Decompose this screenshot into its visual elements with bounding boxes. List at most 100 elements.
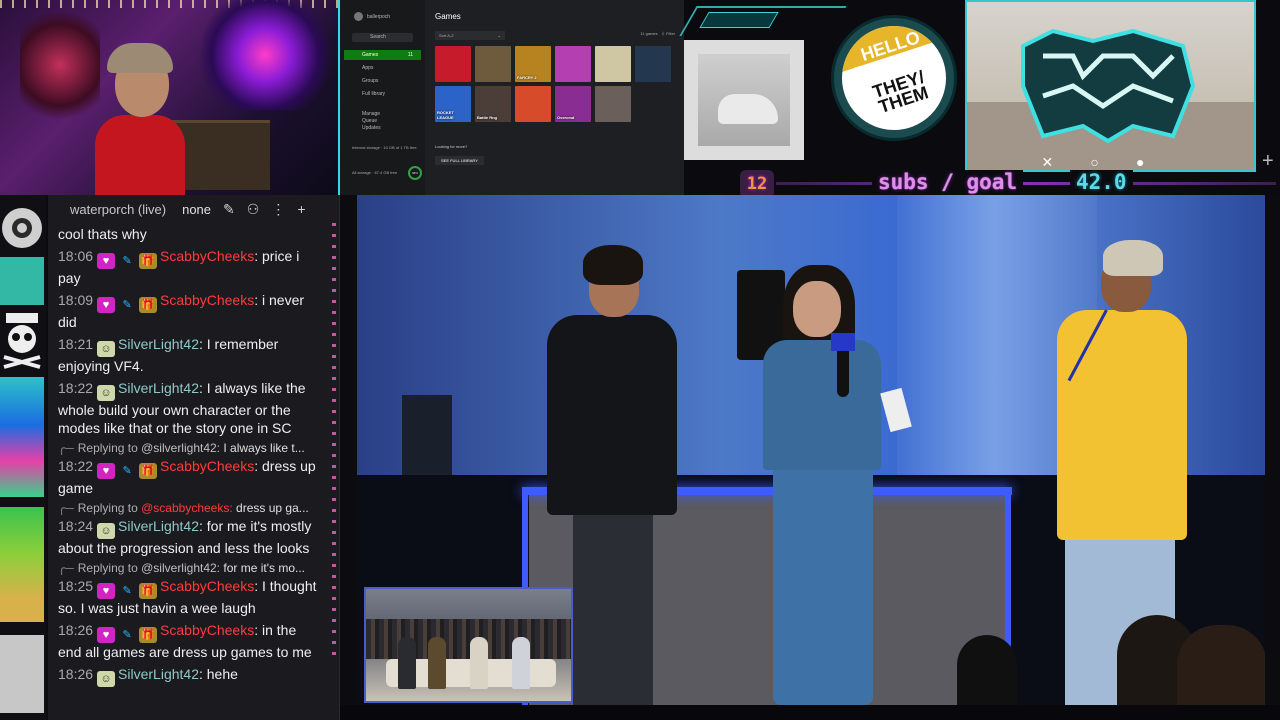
game-tile[interactable]: FARCRY 2 — [515, 46, 551, 82]
chat-message: 18:06 ♥ ✎ 🎁 ScabbyCheeks: price i pay — [58, 248, 300, 286]
game-tile[interactable] — [595, 86, 631, 122]
reply-context[interactable]: ╭─ Replying to @silverlight42: I always l… — [48, 439, 328, 455]
more-text: Looking for more? — [435, 144, 468, 149]
chat-message: 18:25 ♥ ✎ 🎁 ScabbyCheeks: I thought so. I wa… — [58, 578, 317, 616]
chat-username[interactable]: ScabbyCheeks — [160, 458, 254, 474]
game-tile[interactable]: ROCKET LEAGUE — [435, 86, 471, 122]
more-icon[interactable]: ⋮ — [271, 201, 285, 218]
library-nav-full-library[interactable]: Full library — [344, 89, 421, 99]
heart-badge-icon[interactable]: ♥ — [97, 253, 116, 269]
reply-context[interactable]: ╭─ Replying to @scabbycheeks: dress up ga… — [48, 499, 328, 515]
all-storage: All storage · 67.4 GB free 98% — [352, 166, 422, 180]
pen-badge-icon[interactable]: ✎ — [118, 253, 136, 269]
game-tile[interactable]: Battle Rng — [475, 86, 511, 122]
overlay-top-right: HELLO My pronouns are THEY/ THEM ✕ ○ ● 1… — [679, 0, 1280, 198]
avatar-badge-icon[interactable]: ☺ — [97, 385, 116, 401]
game-tile[interactable] — [555, 46, 591, 82]
chat-username[interactable]: ScabbyCheeks — [160, 578, 254, 594]
chat-username[interactable]: ScabbyCheeks — [160, 292, 254, 308]
heart-badge-icon[interactable]: ♥ — [97, 463, 116, 479]
wall-tapestry-left — [20, 10, 100, 120]
chat-mode[interactable]: none — [182, 202, 211, 217]
heart-badge-icon[interactable]: ♥ — [97, 627, 116, 643]
skull-icon — [0, 313, 44, 371]
game-tile[interactable] — [635, 46, 671, 82]
library-nav-games[interactable]: Games 11 — [344, 50, 421, 60]
chat-messages[interactable]: cool thats why 18:06 ♥ ✎ 🎁 ScabbyCheeks: pric… — [48, 223, 328, 713]
pencil-icon[interactable]: ✎ — [223, 201, 235, 218]
emote-colorful-icon — [0, 377, 44, 497]
gift-badge-icon[interactable]: 🎁 — [139, 583, 158, 599]
library-search[interactable]: Search — [352, 33, 413, 42]
filter-controls[interactable]: 11 games ⏚ Filter — [640, 31, 675, 40]
library-brand: ballerpoch — [344, 12, 421, 21]
chat-scrollbar[interactable] — [329, 223, 339, 713]
profile-icon — [354, 12, 363, 21]
game-tile[interactable] — [515, 86, 551, 122]
person-host-microphone — [757, 265, 912, 705]
chat-message: 18:24 ☺ SilverLight42: for me it's mostly … — [58, 518, 312, 556]
library-nav-apps[interactable]: Apps — [344, 63, 421, 73]
album-art — [684, 40, 804, 160]
channel-name[interactable]: waterporch (live) — [70, 202, 166, 217]
plus-icon[interactable]: + — [1262, 150, 1274, 173]
circuit-decoration — [699, 12, 779, 28]
pen-badge-icon[interactable]: ✎ — [118, 627, 136, 643]
message-timestamp: 18:09 — [58, 292, 94, 308]
gift-badge-icon[interactable]: 🎁 — [139, 627, 158, 643]
gift-badge-icon[interactable]: 🎁 — [139, 297, 158, 313]
pen-badge-icon[interactable]: ✎ — [118, 463, 136, 479]
sub-goal-bar: 12 subs / goal 42.0 — [740, 168, 1280, 198]
message-timestamp: 18:26 — [58, 622, 94, 638]
sort-dropdown[interactable]: Sort A-Z ⌄ — [435, 31, 505, 40]
gift-badge-icon[interactable]: 🎁 — [139, 253, 158, 269]
heart-badge-icon[interactable]: ♥ — [97, 297, 116, 313]
chat-username[interactable]: ScabbyCheeks — [160, 622, 254, 638]
pen-badge-icon[interactable]: ✎ — [118, 583, 136, 599]
reply-arrow-icon: ╭─ — [58, 501, 74, 515]
heart-badge-icon[interactable]: ♥ — [97, 583, 116, 599]
chat-message: cool thats why — [58, 226, 147, 242]
gift-badge-icon[interactable]: 🎁 — [139, 463, 158, 479]
library-main: Games Sort A-Z ⌄ 11 games ⏚ Filter FARCRY… — [435, 12, 675, 192]
chevron-down-icon: ⌄ — [497, 33, 501, 38]
game-tile[interactable] — [435, 46, 471, 82]
chat-username[interactable]: SilverLight42 — [118, 336, 199, 352]
message-timestamp: 18:24 — [58, 518, 94, 534]
game-tile[interactable] — [475, 46, 511, 82]
game-view-panel: ✕ ○ ● — [965, 0, 1256, 172]
avatar-badge-icon[interactable]: ☺ — [97, 341, 116, 357]
reply-arrow-icon: ╭─ — [58, 441, 74, 455]
chat-message: 18:22 ☺ SilverLight42: I always like the w… — [58, 380, 306, 436]
internal-storage: Internal storage · 10 GB of 1 TB free — [352, 145, 417, 150]
chat-message: 18:09 ♥ ✎ 🎁 ScabbyCheeks: i never did — [58, 292, 305, 330]
add-icon[interactable]: + — [297, 201, 305, 217]
users-icon[interactable]: ⚇ — [247, 201, 260, 218]
chat-header: waterporch (live) none ✎ ⚇ ⋮ + — [48, 195, 339, 223]
library-toolbar: Sort A-Z ⌄ 11 games ⏚ Filter — [435, 31, 675, 40]
message-timestamp: 18:26 — [58, 666, 94, 682]
chat-username[interactable]: SilverLight42 — [118, 518, 199, 534]
library-nav-groups[interactable]: Groups — [344, 76, 421, 86]
audience-head — [1177, 625, 1265, 705]
avatar-badge-icon[interactable]: ☺ — [97, 671, 116, 687]
filter-icon: ⏚ — [660, 31, 665, 36]
message-timestamp: 18:22 — [58, 380, 94, 396]
chat-username[interactable]: ScabbyCheeks — [160, 248, 254, 264]
storage-ring-icon: 98% — [408, 166, 422, 180]
reply-context[interactable]: ╭─ Replying to @silverlight42: for me it'… — [48, 559, 328, 575]
stream-bottom-bar — [340, 705, 1280, 720]
see-full-library-button[interactable]: SEE FULL LIBRARY — [435, 156, 484, 165]
chat-message: 18:22 ♥ ✎ 🎁 ScabbyCheeks: dress up game — [58, 458, 316, 496]
chat-username[interactable]: SilverLight42 — [118, 666, 199, 682]
library-manage[interactable]: Manage Queue Updates — [344, 111, 421, 132]
streamer — [95, 43, 185, 195]
chat-username[interactable]: SilverLight42 — [118, 380, 199, 396]
message-text: hehe — [206, 666, 238, 682]
stage-light — [402, 395, 452, 475]
emote-teal-icon — [0, 257, 44, 305]
game-tile[interactable] — [595, 46, 631, 82]
game-tile[interactable]: Overcmd — [555, 86, 591, 122]
pen-badge-icon[interactable]: ✎ — [118, 297, 136, 313]
avatar-badge-icon[interactable]: ☺ — [97, 523, 116, 539]
